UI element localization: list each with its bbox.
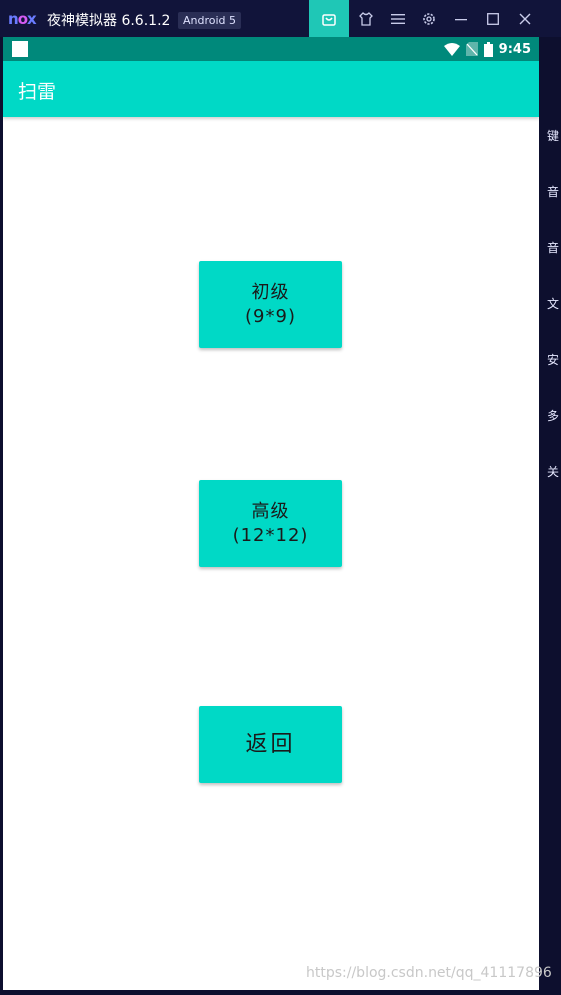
side-tool-keyboard[interactable]: 键: [547, 127, 561, 145]
page-title: 扫雷: [18, 81, 57, 103]
easy-mode-button[interactable]: 初级 (9*9): [199, 261, 342, 348]
status-bar: 9:45: [3, 37, 539, 61]
minimize-button[interactable]: [444, 0, 478, 37]
maximize-icon: [487, 12, 499, 25]
emulator-app-name: 夜神模拟器 6.6.1.2: [47, 13, 171, 29]
emulator-window: nox 夜神模拟器 6.6.1.2 Android 5 键 音 音 文 安 多 …: [0, 0, 561, 995]
hard-mode-button[interactable]: 高级 (12*12): [199, 480, 342, 567]
side-tool-file[interactable]: 文: [547, 295, 561, 313]
side-tool-multi[interactable]: 多: [547, 407, 561, 425]
back-button[interactable]: 返回: [199, 706, 342, 783]
battery-icon: [483, 41, 493, 57]
wifi-icon: [443, 42, 460, 56]
skin-button[interactable]: [349, 0, 383, 37]
notification-icon: [12, 41, 28, 57]
gear-icon: [423, 12, 435, 25]
app-store-button[interactable]: [309, 0, 349, 37]
side-tool-volume-down[interactable]: 音: [547, 239, 561, 257]
shirt-icon: [359, 11, 373, 26]
close-icon: [519, 13, 531, 24]
hard-mode-size: (12*12): [232, 524, 309, 546]
watermark: https://blog.csdn.net/qq_41117896: [306, 965, 552, 981]
app-bar: 扫雷: [3, 61, 539, 117]
easy-mode-size: (9*9): [245, 305, 296, 327]
status-icons: 9:45: [443, 40, 531, 58]
shopping-bag-icon: [322, 13, 336, 26]
emulator-side-toolbar: 键 音 音 文 安 多 关: [539, 37, 561, 995]
easy-mode-label: 初级: [251, 281, 290, 303]
minimize-icon: [455, 18, 467, 20]
side-tool-close[interactable]: 关: [547, 463, 561, 481]
status-time: 9:45: [498, 41, 531, 57]
emulator-titlebar: nox 夜神模拟器 6.6.1.2 Android 5: [0, 0, 561, 37]
menu-button[interactable]: [381, 0, 415, 37]
side-tool-volume-up[interactable]: 音: [547, 183, 561, 201]
maximize-button[interactable]: [476, 0, 510, 37]
close-button[interactable]: [508, 0, 542, 37]
side-tool-install[interactable]: 安: [547, 351, 561, 369]
no-sim-icon: [465, 42, 478, 56]
android-version-badge: Android 5: [178, 12, 242, 29]
hard-mode-label: 高级: [251, 500, 290, 522]
nox-logo-icon: nox: [8, 10, 37, 28]
back-button-label: 返回: [245, 731, 296, 757]
settings-button[interactable]: [412, 0, 446, 37]
menu-icon: [391, 13, 405, 24]
android-screen: 9:45 扫雷 初级 (9*9) 高级 (12*12) 返回: [3, 37, 539, 990]
